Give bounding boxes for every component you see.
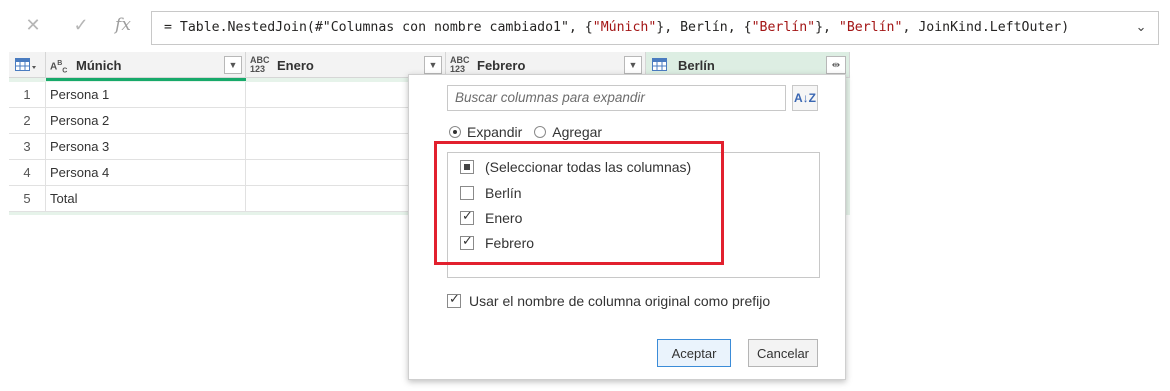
text-type-icon: ABC <box>50 60 68 75</box>
table-cell[interactable]: Persona 3 <box>46 134 246 160</box>
table-cell[interactable]: Total <box>46 186 246 212</box>
row-number: 1 <box>9 82 46 108</box>
cancel-button[interactable]: Cancelar <box>748 339 818 367</box>
formula-string-3: "Berlín" <box>838 20 903 35</box>
formula-bar: ✕ ✓ fx = Table.NestedJoin(#"Columnas con… <box>0 0 1170 50</box>
row-number: 2 <box>9 108 46 134</box>
fx-icon[interactable]: fx <box>112 14 134 36</box>
highlight-box <box>434 141 724 265</box>
radio-aggregate-label[interactable]: Agregar <box>552 124 602 140</box>
checkbox-prefix[interactable] <box>447 292 461 308</box>
column-header-munich[interactable]: ABC Múnich ▼ <box>46 52 246 78</box>
mode-radio-group: Expandir Agregar <box>449 124 602 140</box>
radio-expand[interactable] <box>449 126 461 138</box>
table-menu-button[interactable] <box>9 52 46 78</box>
any-type-icon: ABC 123 <box>450 55 470 74</box>
formula-string-1: "Múnich" <box>592 20 657 35</box>
radio-expand-label[interactable]: Expandir <box>467 124 522 140</box>
row-number: 4 <box>9 160 46 186</box>
formula-text-3: }, <box>815 20 839 35</box>
column-name: Enero <box>277 58 314 73</box>
radio-aggregate[interactable] <box>534 126 547 138</box>
prefix-option[interactable]: Usar el nombre de columna original como … <box>447 292 771 309</box>
row-number: 3 <box>9 134 46 160</box>
row-number: 5 <box>9 186 46 212</box>
table-icon <box>652 58 667 71</box>
formula-string-2: "Berlín" <box>751 20 816 35</box>
sort-az-icon[interactable]: A↓Z <box>792 85 818 111</box>
table-cell[interactable]: Persona 1 <box>46 82 246 108</box>
ok-button[interactable]: Aceptar <box>657 339 731 367</box>
table-icon <box>15 58 36 71</box>
column-name: Berlín <box>678 58 715 73</box>
close-icon[interactable]: ✕ <box>22 14 44 36</box>
formula-text-1: = Table.NestedJoin(#"Columnas con nombre… <box>164 20 593 35</box>
table-cell[interactable]: Persona 2 <box>46 108 246 134</box>
filter-dropdown-icon[interactable]: ▼ <box>624 56 642 74</box>
formula-input[interactable]: = Table.NestedJoin(#"Columnas con nombre… <box>151 11 1159 45</box>
check-icon[interactable]: ✓ <box>70 14 92 36</box>
selected-column-indicator <box>46 78 246 81</box>
formula-text-2: }, Berlín, { <box>656 20 752 35</box>
search-columns-input[interactable]: Buscar columnas para expandir <box>447 85 786 111</box>
column-name: Febrero <box>477 58 526 73</box>
filter-dropdown-icon[interactable]: ▼ <box>224 56 242 74</box>
formula-text-4: , JoinKind.LeftOuter) <box>902 20 1070 35</box>
column-name: Múnich <box>76 58 122 73</box>
table-cell[interactable]: Persona 4 <box>46 160 246 186</box>
filter-dropdown-icon[interactable]: ▼ <box>424 56 442 74</box>
chevron-down-icon[interactable]: ⌄ <box>1130 12 1152 44</box>
any-type-icon: ABC 123 <box>250 55 270 74</box>
expand-icon[interactable]: ⇹ <box>826 56 846 74</box>
prefix-label: Usar el nombre de columna original como … <box>469 293 771 309</box>
